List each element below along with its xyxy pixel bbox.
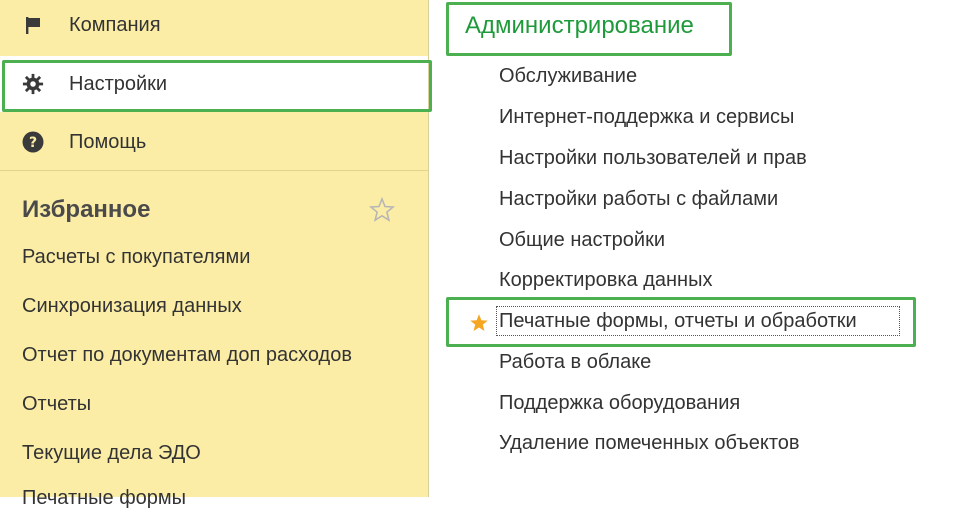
star-filled-icon[interactable] (468, 312, 490, 334)
flag-icon (22, 14, 44, 36)
divider (0, 170, 428, 171)
favorite-item[interactable]: Печатные формы (22, 487, 186, 510)
menu-item[interactable]: Корректировка данных (499, 269, 712, 292)
menu-item[interactable]: Интернет-поддержка и сервисы (499, 106, 794, 129)
sidebar-item-help[interactable]: ? Помощь (0, 114, 428, 170)
menu-item-print-forms[interactable]: Печатные формы, отчеты и обработки (499, 310, 857, 333)
favorite-item[interactable]: Расчеты с покупателями (22, 246, 250, 269)
star-outline-icon[interactable] (368, 196, 398, 226)
menu-item[interactable]: Удаление помеченных объектов (499, 432, 800, 455)
section-title[interactable]: Администрирование (465, 12, 694, 40)
sidebar-item-company[interactable]: Компания (0, 0, 428, 53)
sidebar-item-label: Компания (69, 13, 161, 36)
favorite-item[interactable]: Отчет по документам доп расходов (22, 344, 352, 367)
menu-item[interactable]: Настройки пользователей и прав (499, 147, 807, 170)
sidebar: Компания Настройки ? Помощь Избранное Ра… (0, 0, 432, 509)
favorite-item[interactable]: Отчеты (22, 393, 91, 416)
menu-item[interactable]: Обслуживание (499, 65, 637, 88)
menu-item[interactable]: Общие настройки (499, 229, 665, 252)
menu-item[interactable]: Настройки работы с файлами (499, 188, 778, 211)
favorite-item[interactable]: Текущие дела ЭДО (22, 442, 201, 465)
favorites-title: Избранное (22, 196, 151, 223)
favorite-item[interactable]: Синхронизация данных (22, 295, 242, 318)
svg-text:?: ? (29, 135, 37, 151)
menu-item[interactable]: Поддержка оборудования (499, 392, 740, 415)
sidebar-item-label: Помощь (69, 130, 147, 153)
settings-highlight-frame (2, 60, 432, 112)
help-icon: ? (22, 131, 44, 153)
menu-item[interactable]: Работа в облаке (499, 351, 651, 374)
